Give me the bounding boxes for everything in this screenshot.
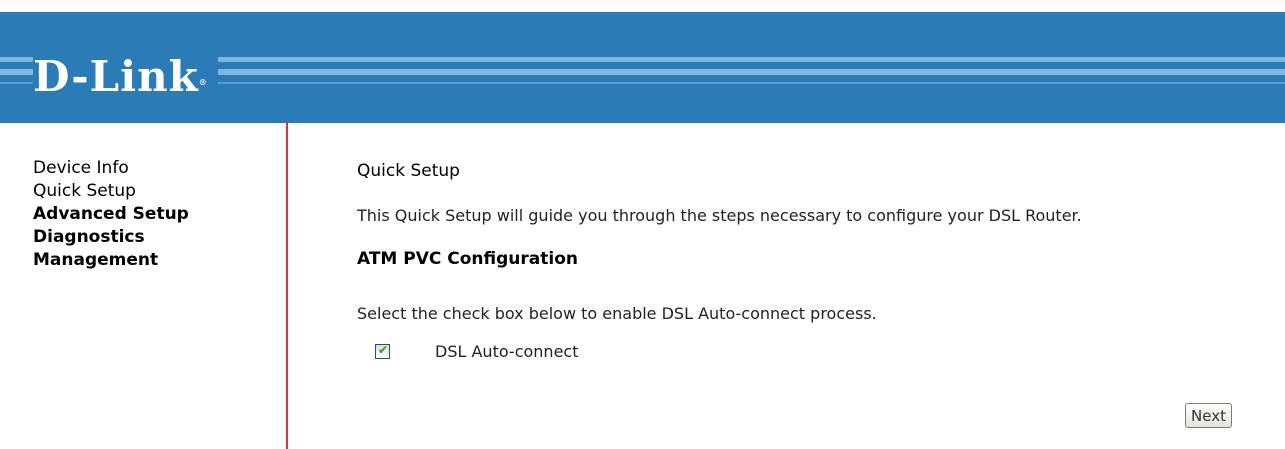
page-title: Quick Setup [357,161,460,181]
instruction-text: Select the check box below to enable DSL… [357,304,877,323]
sidebar: Device Info Quick Setup Advanced Setup D… [0,123,288,449]
sidebar-item-quick-setup[interactable]: Quick Setup [33,180,189,203]
page-description: This Quick Setup will guide you through … [357,206,1082,225]
sidebar-item-device-info[interactable]: Device Info [33,157,189,180]
sidebar-item-diagnostics[interactable]: Diagnostics [33,226,189,249]
header-banner: D-Link® [0,12,1285,123]
auto-connect-row: ✔ DSL Auto-connect [375,340,578,362]
checkmark-icon: ✔ [378,342,389,357]
registered-mark: ® [198,77,208,87]
next-button[interactable]: Next [1185,403,1232,428]
dlink-logo: D-Link® [33,55,218,99]
sidebar-item-management[interactable]: Management [33,249,189,272]
logo-dash [0,69,34,75]
sidebar-nav: Device Info Quick Setup Advanced Setup D… [33,157,189,272]
auto-connect-label: DSL Auto-connect [435,341,579,361]
auto-connect-checkbox[interactable]: ✔ [375,342,390,359]
section-title: ATM PVC Configuration [357,249,578,269]
logo-text: D-Link [33,52,199,101]
sidebar-item-advanced-setup[interactable]: Advanced Setup [33,203,189,226]
